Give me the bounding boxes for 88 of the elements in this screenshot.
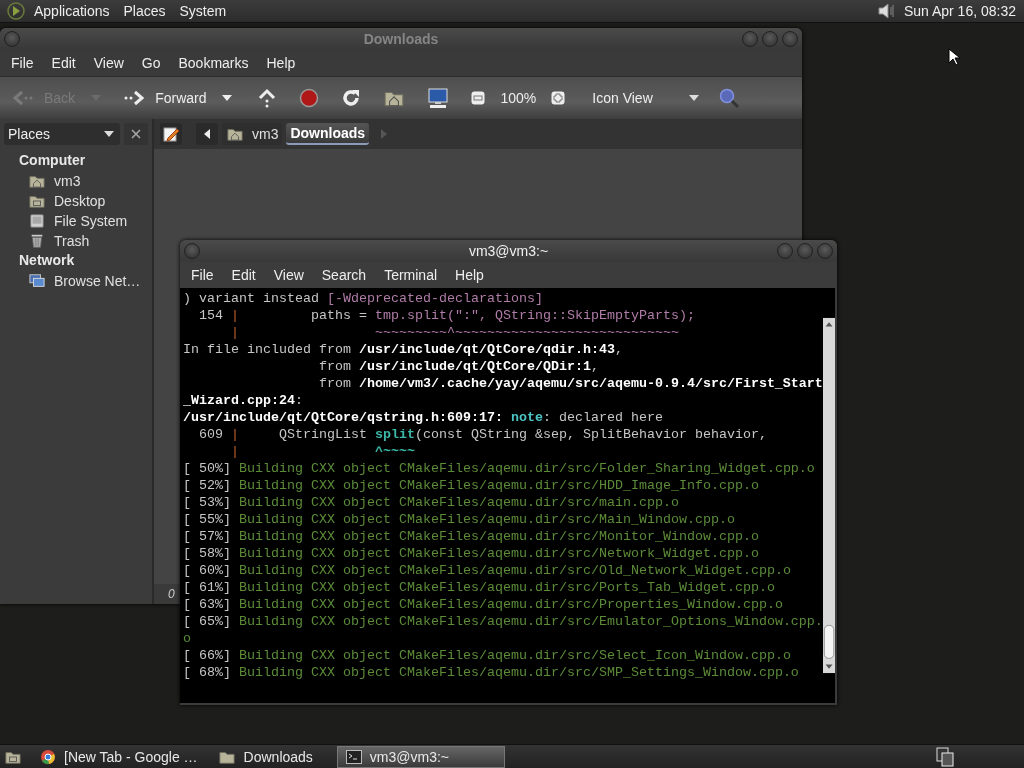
view-dropdown[interactable]: Icon View	[588, 90, 703, 106]
panel-menu[interactable]: System	[179, 3, 227, 19]
terminal-line: [ 60%] Building CXX object CMakeFiles/aqemu.dir/src/Old_Network_Widget.cpp.o	[183, 562, 792, 579]
search-icon[interactable]	[717, 87, 740, 109]
workspace-icon[interactable]	[936, 746, 954, 767]
home-folder-icon	[226, 126, 244, 142]
close-button[interactable]	[124, 123, 148, 145]
menu-item[interactable]: File	[2, 55, 43, 71]
clock[interactable]: Sun Apr 16, 08:32	[903, 3, 1016, 19]
menu-item[interactable]: Edit	[42, 55, 85, 71]
section-heading: Network	[18, 251, 76, 270]
menu-item[interactable]: Edit	[222, 267, 265, 283]
back-icon	[12, 89, 34, 107]
menu-item[interactable]: Search	[312, 267, 376, 283]
path-button[interactable]: Downloads	[286, 123, 370, 145]
sidebar-item[interactable]: Desktop	[0, 191, 152, 211]
terminal-icon	[345, 749, 362, 764]
terminal-line: [ 66%] Building CXX object CMakeFiles/aqemu.dir/src/Select_Icon_Window.cpp.o	[183, 647, 792, 664]
terminal-line: [ 52%] Building CXX object CMakeFiles/aqemu.dir/src/HDD_Image_Info.cpp.o	[183, 477, 760, 494]
zoom-out-icon[interactable]	[471, 91, 486, 105]
network-icon	[28, 273, 46, 289]
terminal-line: [ 57%] Building CXX object CMakeFiles/aqemu.dir/src/Monitor_Window.cpp.o	[183, 528, 760, 545]
taskbar-item[interactable]: vm3@vm3:~	[336, 745, 505, 768]
terminal-line: [ 65%] Building CXX object CMakeFiles/aqemu.dir/src/Emulator_Options_Window.cpp.	[183, 613, 823, 630]
terminal-line: In file included from /usr/include/qt/QtCore/qdir.h:43,	[183, 341, 624, 358]
home-folder-icon	[28, 173, 46, 189]
status-text: 0	[168, 587, 175, 601]
computer-icon[interactable]	[427, 87, 450, 109]
volume-icon[interactable]	[875, 1, 896, 21]
terminal-line: 609 | QStringList split(const QString &sep, SplitBehavior behavior,	[198, 426, 768, 443]
menu-item[interactable]: Terminal	[375, 267, 447, 283]
terminal-line: [ 63%] Building CXX object CMakeFiles/aqemu.dir/src/Properties_Window.cpp.o	[183, 596, 784, 613]
terminal-line: | ^~~~~	[230, 443, 416, 460]
forward-button[interactable]: Forward	[119, 89, 211, 107]
terminal-line: _Wizard.cpp:24:	[183, 392, 304, 409]
path-button[interactable]: vm3	[222, 123, 283, 145]
terminal-line: [ 50%] Building CXX object CMakeFiles/aqemu.dir/src/Folder_Sharing_Widget.cpp.o	[183, 460, 816, 477]
pencil-icon	[163, 126, 179, 142]
terminal-line: [ 58%] Building CXX object CMakeFiles/aqemu.dir/src/Network_Widget.cpp.o	[183, 545, 760, 562]
window-title: vm3@vm3:~	[468, 243, 549, 259]
section-heading: Computer	[18, 151, 87, 170]
left-arrow-icon	[204, 129, 210, 139]
menu-item[interactable]: Help	[257, 55, 305, 71]
taskbar-item[interactable]: Downloads	[209, 745, 321, 768]
terminal-line: o	[183, 630, 192, 647]
terminal-line: | ~~~~~~~~~^~~~~~~~~~~~~~~~~~~~~~~~~~~~~	[230, 324, 680, 341]
scroll-left-button[interactable]	[196, 123, 218, 145]
stop-icon[interactable]	[299, 88, 320, 108]
sidebar-item[interactable]: Trash	[0, 231, 152, 251]
browser-icon	[40, 748, 56, 765]
menu-item[interactable]: View	[264, 267, 313, 283]
caret-icon	[222, 95, 233, 101]
zoom-in-icon[interactable]	[551, 91, 566, 105]
terminal-line: /usr/include/qt/QtCore/qstring.h:609:17: note: declared here	[183, 409, 664, 426]
menu-item[interactable]: Help	[446, 267, 493, 283]
places-dropdown[interactable]: Places	[4, 123, 120, 145]
sidebar-item[interactable]: Browse Net…	[0, 271, 152, 291]
menu-item[interactable]: Go	[132, 55, 170, 71]
terminal-line: [ 55%] Building CXX object CMakeFiles/aqemu.dir/src/Main_Window.cpp.o	[183, 511, 736, 528]
forward-icon	[123, 89, 146, 107]
folder-icon	[28, 193, 46, 209]
sidebar-item[interactable]: File System	[0, 211, 152, 231]
edit-location-button[interactable]	[160, 123, 182, 145]
taskbar-item[interactable]: [New Tab - Google …	[32, 745, 206, 768]
drive-icon	[28, 213, 46, 229]
menu-item[interactable]: File	[182, 267, 223, 283]
caret-icon	[688, 95, 699, 101]
terminal-line: ) variant instead [-Wdeprecated-declarations]	[183, 290, 544, 307]
panel-menu[interactable]: Places	[123, 3, 166, 19]
menu-item[interactable]: Bookmarks	[169, 55, 258, 71]
terminal-line: from /usr/include/qt/QtCore/QDir:1,	[317, 358, 600, 375]
terminal-line: 154 | paths = tmp.split(":", QString::SkipEmptyParts);	[198, 307, 696, 324]
window-title: Downloads	[363, 31, 439, 47]
zoom-level: 100%	[500, 90, 537, 106]
sidebar-item[interactable]: vm3	[0, 171, 152, 191]
logo-icon[interactable]	[6, 1, 26, 21]
terminal-line: [ 53%] Building CXX object CMakeFiles/aqemu.dir/src/main.cpp.o	[183, 494, 680, 511]
mouse-pointer-icon	[948, 48, 960, 66]
reload-icon[interactable]	[341, 88, 362, 108]
panel-menu[interactable]: Applications	[34, 3, 110, 19]
up-icon[interactable]	[257, 88, 278, 108]
terminal-line: from /home/vm3/.cache/yay/aqemu/src/aqemu-0.9.4/src/First_Start	[317, 375, 823, 392]
right-arrow-icon	[381, 129, 388, 139]
terminal-line: [ 68%] Building CXX object CMakeFiles/aqemu.dir/src/SMP_Settings_Window.cpp.o	[183, 664, 800, 681]
caret-icon	[104, 131, 114, 137]
close-icon	[131, 129, 141, 139]
menu-item[interactable]: View	[84, 55, 133, 71]
terminal-line: [ 61%] Building CXX object CMakeFiles/aqemu.dir/src/Ports_Tab_Widget.cpp.o	[183, 579, 776, 596]
